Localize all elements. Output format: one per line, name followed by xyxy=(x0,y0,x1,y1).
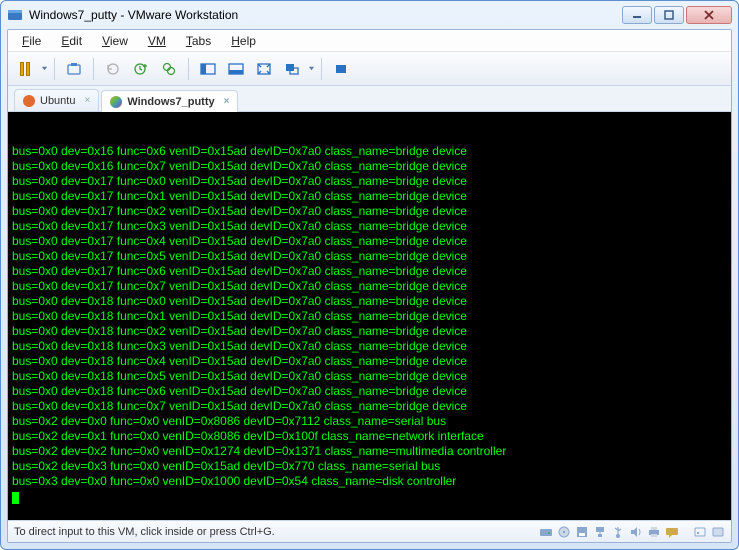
maximize-button[interactable] xyxy=(654,6,684,24)
terminal-line: bus=0x0 dev=0x17 func=0x4 venID=0x15ad d… xyxy=(12,234,727,249)
terminal-line: bus=0x0 dev=0x17 func=0x1 venID=0x15ad d… xyxy=(12,189,727,204)
terminal-line: bus=0x3 dev=0x0 func=0x0 venID=0x1000 de… xyxy=(12,474,727,489)
quick-switch-button[interactable] xyxy=(328,56,354,82)
terminal-line: bus=0x0 dev=0x17 func=0x7 venID=0x15ad d… xyxy=(12,279,727,294)
show-console-button[interactable] xyxy=(195,56,221,82)
terminal-line: bus=0x0 dev=0x17 func=0x3 venID=0x15ad d… xyxy=(12,219,727,234)
printer-icon[interactable] xyxy=(647,525,661,539)
terminal-line: bus=0x0 dev=0x18 func=0x7 venID=0x15ad d… xyxy=(12,399,727,414)
tabstrip: Ubuntu × Windows7_putty × xyxy=(8,86,731,112)
window-title: Windows7_putty - VMware Workstation xyxy=(29,8,620,22)
network-icon[interactable] xyxy=(593,525,607,539)
terminal-line: bus=0x2 dev=0x2 func=0x0 venID=0x1274 de… xyxy=(12,444,727,459)
close-icon[interactable]: × xyxy=(84,95,90,106)
terminal-line: bus=0x2 dev=0x1 func=0x0 venID=0x8086 de… xyxy=(12,429,727,444)
message-icon[interactable] xyxy=(665,525,679,539)
clock-plus-icon xyxy=(133,61,149,77)
sidebar-icon xyxy=(200,61,216,77)
sound-icon[interactable] xyxy=(629,525,643,539)
terminal-cursor-line xyxy=(12,489,727,504)
close-button[interactable] xyxy=(686,6,732,24)
input-grabbed-icon xyxy=(693,525,707,539)
terminal-line: bus=0x0 dev=0x18 func=0x6 venID=0x15ad d… xyxy=(12,384,727,399)
ubuntu-icon xyxy=(23,95,35,107)
terminal-line: bus=0x2 dev=0x0 func=0x0 venID=0x8086 de… xyxy=(12,414,727,429)
menu-help[interactable]: Help xyxy=(223,32,264,50)
statusbar: To direct input to this VM, click inside… xyxy=(8,520,731,542)
revert-icon xyxy=(105,61,121,77)
tab-label: Windows7_putty xyxy=(127,96,214,108)
snapshot-button[interactable] xyxy=(61,56,87,82)
pause-icon xyxy=(20,62,30,76)
thumbnail-icon xyxy=(228,61,244,77)
unity-dropdown[interactable] xyxy=(307,65,315,72)
terminal-line: bus=0x0 dev=0x17 func=0x6 venID=0x15ad d… xyxy=(12,264,727,279)
app-window: Windows7_putty - VMware Workstation File… xyxy=(0,0,739,550)
fullscreen-button[interactable] xyxy=(251,56,277,82)
close-icon[interactable]: × xyxy=(224,96,230,107)
menu-edit[interactable]: Edit xyxy=(53,32,90,50)
tab-windows7-putty[interactable]: Windows7_putty × xyxy=(101,90,238,112)
terminal-line: bus=0x0 dev=0x18 func=0x5 venID=0x15ad d… xyxy=(12,369,727,384)
menu-tabs[interactable]: Tabs xyxy=(178,32,219,50)
menu-view[interactable]: View xyxy=(94,32,136,50)
floppy-icon[interactable] xyxy=(575,525,589,539)
cdrom-icon[interactable] xyxy=(557,525,571,539)
menu-file[interactable]: File xyxy=(14,32,49,50)
terminal-line: bus=0x0 dev=0x18 func=0x2 venID=0x15ad d… xyxy=(12,324,727,339)
titlebar[interactable]: Windows7_putty - VMware Workstation xyxy=(1,1,738,29)
terminal-line: bus=0x0 dev=0x16 func=0x7 venID=0x15ad d… xyxy=(12,159,727,174)
switch-icon xyxy=(333,61,349,77)
status-hint: To direct input to this VM, click inside… xyxy=(14,526,539,538)
terminal-line: bus=0x0 dev=0x18 func=0x0 venID=0x15ad d… xyxy=(12,294,727,309)
fullscreen-icon xyxy=(256,61,272,77)
menubar: File Edit View VM Tabs Help xyxy=(8,30,731,52)
revert-snapshot-button[interactable] xyxy=(100,56,126,82)
take-snapshot-button[interactable] xyxy=(128,56,154,82)
usb-icon[interactable] xyxy=(611,525,625,539)
cursor xyxy=(12,492,19,504)
terminal-line: bus=0x0 dev=0x17 func=0x0 venID=0x15ad d… xyxy=(12,174,727,189)
terminal-line: bus=0x0 dev=0x18 func=0x1 venID=0x15ad d… xyxy=(12,309,727,324)
suspend-dropdown[interactable] xyxy=(40,65,48,72)
terminal-line: bus=0x0 dev=0x16 func=0x6 venID=0x15ad d… xyxy=(12,144,727,159)
tab-label: Ubuntu xyxy=(40,95,75,107)
unity-button[interactable] xyxy=(279,56,305,82)
snapshots-icon xyxy=(161,61,177,77)
show-thumbnail-button[interactable] xyxy=(223,56,249,82)
unity-icon xyxy=(284,61,300,77)
menu-vm[interactable]: VM xyxy=(140,32,174,50)
minimize-button[interactable] xyxy=(622,6,652,24)
terminal-line: bus=0x0 dev=0x18 func=0x3 venID=0x15ad d… xyxy=(12,339,727,354)
harddisk-icon[interactable] xyxy=(539,525,553,539)
input-released-icon xyxy=(711,525,725,539)
terminal-line: bus=0x0 dev=0x17 func=0x5 venID=0x15ad d… xyxy=(12,249,727,264)
terminal-line: bus=0x0 dev=0x18 func=0x4 venID=0x15ad d… xyxy=(12,354,727,369)
client-area: File Edit View VM Tabs Help xyxy=(7,29,732,543)
toolbar xyxy=(8,52,731,86)
manage-snapshots-button[interactable] xyxy=(156,56,182,82)
tab-ubuntu[interactable]: Ubuntu × xyxy=(14,89,99,111)
windows-icon xyxy=(110,96,122,108)
snapshot-icon xyxy=(66,61,82,77)
device-tray xyxy=(539,525,725,539)
suspend-button[interactable] xyxy=(12,56,38,82)
terminal-line: bus=0x2 dev=0x3 func=0x0 venID=0x15ad de… xyxy=(12,459,727,474)
terminal-line: bus=0x0 dev=0x17 func=0x2 venID=0x15ad d… xyxy=(12,204,727,219)
app-icon xyxy=(7,7,23,23)
vm-console[interactable]: bus=0x0 dev=0x16 func=0x6 venID=0x15ad d… xyxy=(8,112,731,520)
